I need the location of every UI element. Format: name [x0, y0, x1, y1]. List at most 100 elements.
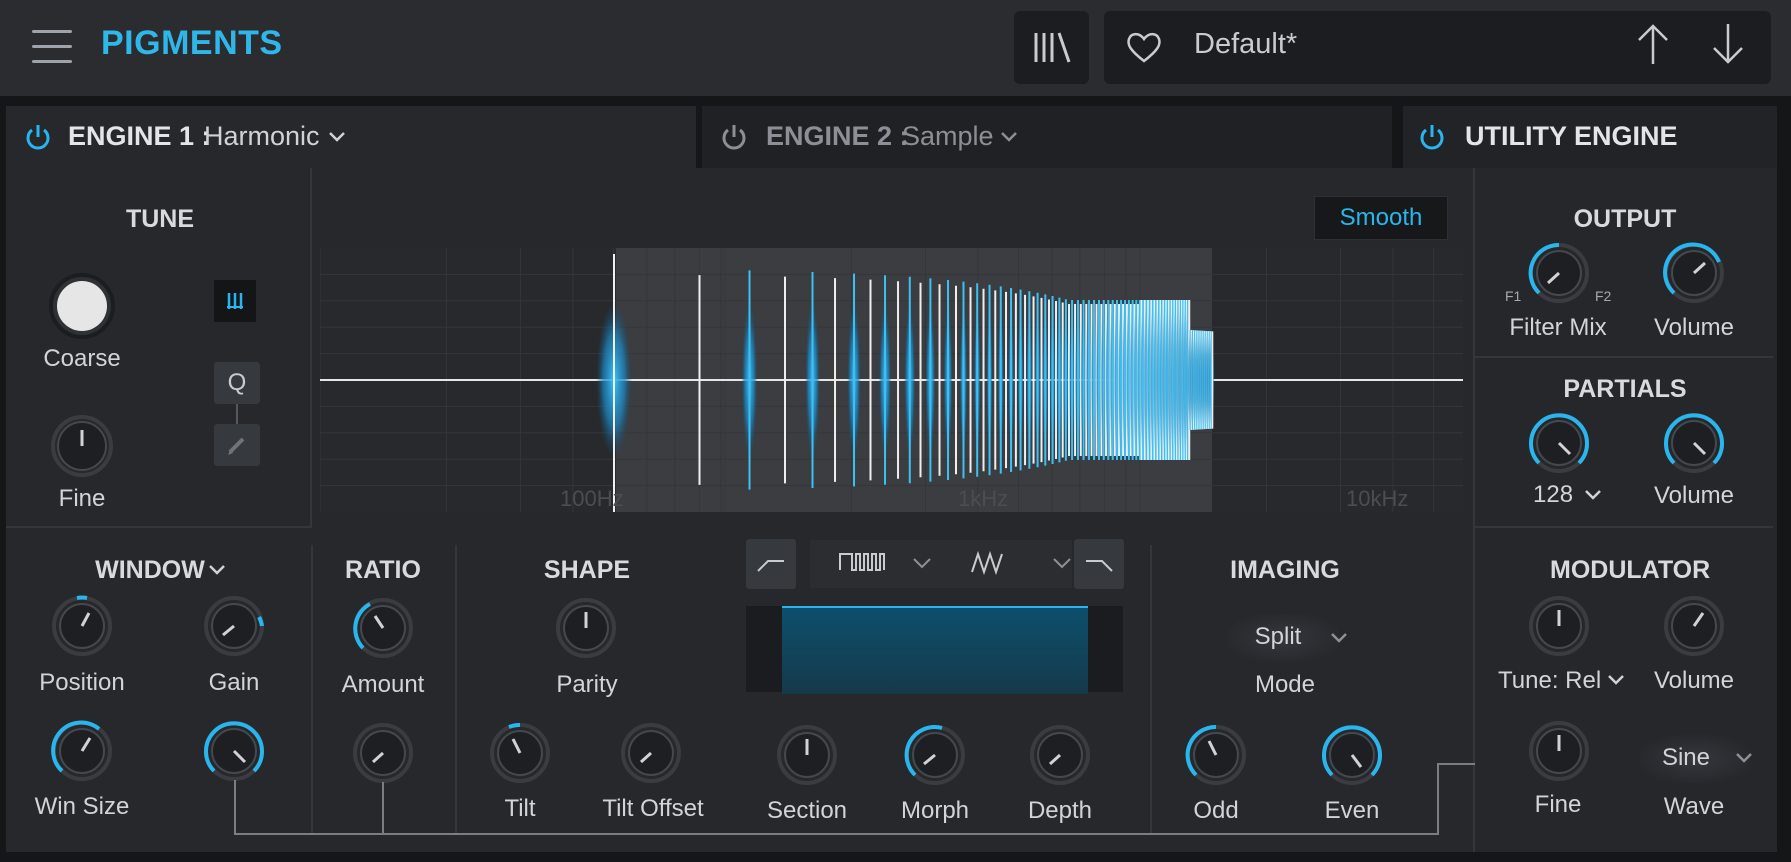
filter-mix-knob[interactable]: [1526, 240, 1592, 306]
smooth-button[interactable]: Smooth: [1314, 196, 1448, 240]
heart-icon[interactable]: [1125, 29, 1163, 65]
section-label: Section: [766, 797, 848, 824]
engine-1-power-icon[interactable]: [23, 122, 53, 152]
preset-up-arrow-icon[interactable]: [1635, 22, 1671, 66]
coarse-label: Coarse: [43, 345, 121, 372]
section-knob[interactable]: [774, 722, 840, 788]
pencil-button[interactable]: [214, 424, 260, 466]
gain-label: Gain: [208, 669, 260, 696]
tab-utility-engine[interactable]: UTILITY ENGINE: [1403, 106, 1777, 168]
mod-connector-line: [234, 833, 1438, 835]
tilt-label: Tilt: [504, 795, 536, 822]
quantize-button[interactable]: Q: [214, 362, 260, 404]
modulator-wave-select[interactable]: Sine: [1640, 735, 1750, 783]
odd-knob[interactable]: [1183, 722, 1249, 788]
modulator-tune-mode[interactable]: Tune: Rel: [1498, 667, 1604, 695]
partials-volume-knob[interactable]: [1661, 410, 1727, 476]
f2-label: F2: [1595, 288, 1612, 304]
partials-count-knob[interactable]: [1526, 410, 1592, 476]
separator: [1150, 545, 1152, 835]
position-label: Position: [39, 669, 125, 696]
chevron-down-icon[interactable]: [1735, 751, 1753, 765]
coarse-knob[interactable]: [45, 269, 119, 343]
shape-section-region[interactable]: [782, 606, 1088, 694]
shape-section-display[interactable]: [746, 606, 1123, 694]
window-mod-knob[interactable]: [201, 718, 267, 784]
tune-title: TUNE: [125, 205, 195, 233]
chevron-down-icon[interactable]: [1000, 130, 1018, 144]
keyboard-icon: [227, 293, 243, 309]
partials-volume-label: Volume: [1653, 482, 1735, 509]
fine-label: Fine: [58, 485, 106, 512]
shape-title: SHAPE: [543, 556, 631, 584]
separator: [455, 545, 457, 835]
fine-knob[interactable]: [49, 413, 115, 479]
tilt-offset-knob[interactable]: [618, 720, 684, 786]
chevron-down-icon[interactable]: [1607, 673, 1625, 687]
ratio-mod-knob[interactable]: [350, 720, 416, 786]
gain-knob[interactable]: [201, 593, 267, 659]
preset-name[interactable]: Default*: [1194, 28, 1297, 61]
morph-knob[interactable]: [902, 722, 968, 788]
output-volume-label: Volume: [1653, 314, 1735, 341]
engine-1-type[interactable]: Harmonic: [204, 121, 320, 152]
modulator-tune-knob[interactable]: [1526, 593, 1592, 659]
odd-label: Odd: [1193, 797, 1239, 824]
engine-2-label: ENGINE 2 :: [766, 121, 909, 151]
smooth-label: Smooth: [1339, 204, 1423, 231]
axis-label-10khz: 10kHz: [1346, 486, 1409, 511]
position-knob[interactable]: [49, 593, 115, 659]
parity-label: Parity: [556, 671, 618, 698]
modulator-fine-label: Fine: [1534, 791, 1582, 818]
tilt-knob[interactable]: [487, 720, 553, 786]
keyboard-tracking-button[interactable]: [214, 280, 256, 322]
mod-connector-line: [234, 780, 236, 834]
parity-knob[interactable]: [553, 595, 619, 661]
tab-engine-1[interactable]: ENGINE 1 : Harmonic: [6, 106, 696, 168]
separator: [311, 545, 313, 835]
imaging-mode-label: Mode: [1254, 671, 1316, 698]
chevron-down-icon[interactable]: [1584, 488, 1602, 502]
win-size-knob[interactable]: [49, 718, 115, 784]
window-title[interactable]: WINDOW: [90, 556, 210, 585]
ratio-amount-label: Amount: [341, 671, 425, 698]
chevron-down-icon[interactable]: [1330, 631, 1348, 645]
even-knob[interactable]: [1319, 722, 1385, 788]
shape-end-button[interactable]: [1074, 539, 1124, 589]
library-icon: [1034, 32, 1071, 63]
modulator-wave-value: Sine: [1661, 744, 1711, 771]
shape-start-button[interactable]: [746, 539, 796, 589]
depth-knob[interactable]: [1027, 722, 1093, 788]
shape-wave-a-select[interactable]: [810, 540, 942, 588]
shape-wave-b-select[interactable]: [942, 540, 1072, 588]
modulator-title: MODULATOR: [1550, 556, 1711, 584]
connector-line: [236, 404, 238, 426]
utility-power-icon[interactable]: [1417, 122, 1447, 152]
output-title: OUTPUT: [1573, 205, 1677, 233]
f1-label: F1: [1505, 288, 1522, 304]
utility-engine-label: UTILITY ENGINE: [1465, 121, 1678, 151]
app-logo: PIGMENTS: [101, 24, 283, 62]
engine-2-type[interactable]: Sample: [902, 121, 994, 152]
ratio-amount-knob[interactable]: [350, 595, 416, 661]
engine-2-power-icon[interactable]: [719, 122, 749, 152]
chevron-down-icon[interactable]: [208, 563, 226, 577]
partials-title: PARTIALS: [1563, 375, 1687, 403]
chevron-down-icon[interactable]: [328, 130, 346, 144]
mod-connector-line: [382, 782, 384, 834]
library-button[interactable]: [1014, 11, 1089, 84]
separator: [6, 526, 312, 528]
menu-icon[interactable]: [32, 30, 74, 64]
pulse-wave-icon: [839, 553, 931, 571]
imaging-title: IMAGING: [1230, 556, 1340, 584]
spectrum-display[interactable]: [320, 248, 1463, 512]
partials-count-value[interactable]: 128: [1533, 481, 1573, 509]
modulator-fine-knob[interactable]: [1526, 718, 1592, 784]
preset-down-arrow-icon[interactable]: [1710, 22, 1746, 66]
tab-engine-2[interactable]: ENGINE 2 : Sample: [702, 106, 1392, 168]
imaging-mode-select[interactable]: Split: [1228, 614, 1338, 662]
depth-label: Depth: [1027, 797, 1093, 824]
morph-label: Morph: [900, 797, 970, 824]
modulator-volume-knob[interactable]: [1661, 593, 1727, 659]
output-volume-knob[interactable]: [1661, 240, 1727, 306]
